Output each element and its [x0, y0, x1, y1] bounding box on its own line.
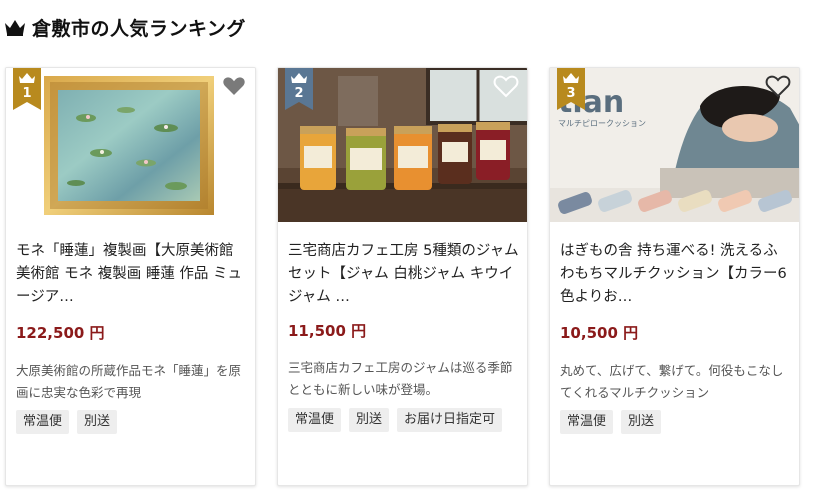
crown-icon	[5, 20, 25, 36]
product-price: 122,500 円	[16, 324, 105, 342]
product-description: 大原美術館の所蔵作品モネ「睡蓮」を原画に忠実な色彩で再現	[16, 363, 242, 400]
ranking-title: 倉敷市の人気ランキング	[32, 17, 246, 40]
tag-shipping: 常温便	[16, 410, 70, 434]
rank-badge: 1	[13, 68, 41, 110]
product-price: 11,500 円	[288, 322, 367, 340]
tag-separate: 別送	[77, 410, 118, 434]
product-description: 丸めて、広げて、繋げて。何役もこなしてくれるマルチクッション	[560, 363, 784, 400]
rank-badge: 2	[285, 68, 313, 110]
product-price: 10,500 円	[560, 324, 639, 342]
tag-shipping: 常温便	[560, 410, 614, 434]
favorite-heart-icon[interactable]	[493, 74, 519, 98]
favorite-heart-icon[interactable]	[765, 74, 791, 98]
product-image-jam-set[interactable]	[278, 68, 527, 222]
tag-delivery-date: お届け日指定可	[397, 408, 503, 432]
svg-text:マルチピロークッション: マルチピロークッション	[558, 119, 646, 128]
product-title[interactable]: はぎもの舎 持ち運べる! 洗えるふわもちマルチクッション【カラー6色よりお…	[560, 240, 792, 309]
product-title[interactable]: 三宅商店カフェ工房 5種類のジャムセット【ジャム 白桃ジャム キウイジャム …	[288, 240, 520, 309]
product-tags: 常温便 別送	[560, 410, 796, 434]
ranking-header: 倉敷市の人気ランキング	[4, 12, 246, 42]
product-description: 三宅商店カフェ工房のジャムは巡る季節とともに新しい味が登場。	[288, 360, 513, 397]
product-image-cushion[interactable]: tian マルチピロークッション	[550, 68, 799, 222]
product-tags: 常温便 別送 お届け日指定可	[288, 408, 524, 432]
product-image-monet-painting[interactable]	[6, 68, 255, 222]
tag-shipping: 常温便	[288, 408, 342, 432]
favorite-heart-icon[interactable]	[221, 74, 247, 98]
product-title[interactable]: モネ「睡蓮」複製画【大原美術館 美術館 モネ 複製画 睡蓮 作品 ミュージア…	[16, 240, 248, 309]
tag-separate: 別送	[621, 410, 662, 434]
ranking-card-2[interactable]: 2 三宅商店カフェ工房 5種類のジャムセット【ジャム 白桃ジャム キウイジャム …	[277, 67, 528, 486]
ranking-card-3[interactable]: tian マルチピロークッション 3 はぎもの舎 持ち運べる! 洗えるふわもちマ…	[549, 67, 800, 486]
product-tags: 常温便 別送	[16, 410, 252, 434]
ranking-card-1[interactable]: 1 モネ「睡蓮」複製画【大原美術館 美術館 モネ 複製画 睡蓮 作品 ミュージア…	[5, 67, 256, 486]
rank-badge: 3	[557, 68, 585, 110]
tag-separate: 別送	[349, 408, 390, 432]
